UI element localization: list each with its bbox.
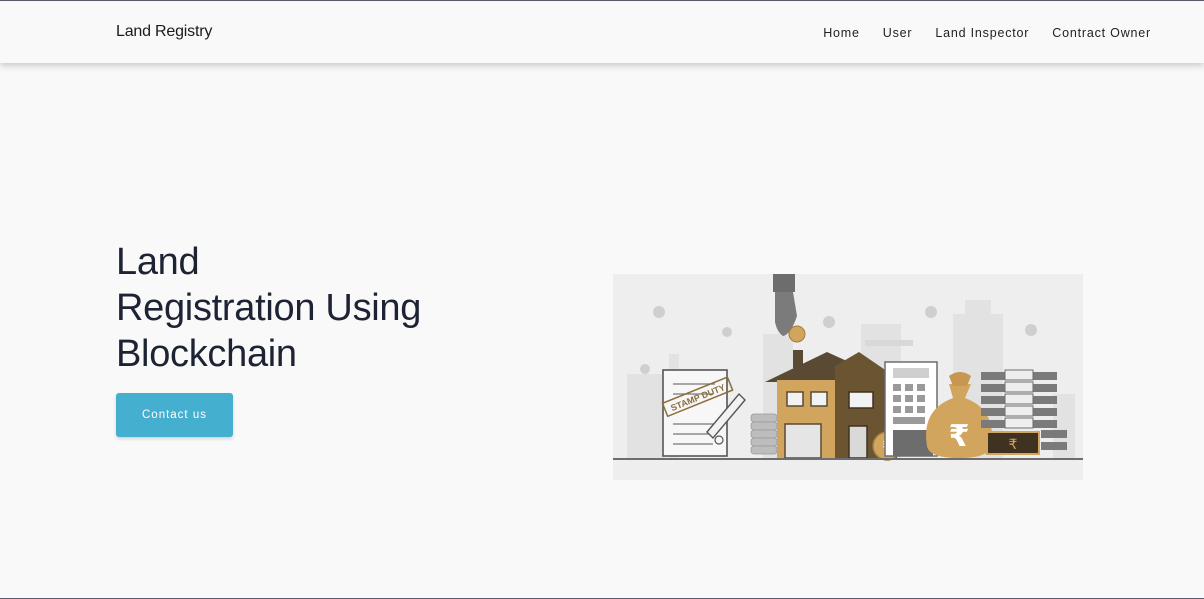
nav-home[interactable]: Home xyxy=(823,26,860,40)
currency-symbol: ₹ xyxy=(949,419,970,454)
navbar: Land Registry Home User Land Inspector C… xyxy=(0,2,1204,63)
currency-symbol: ₹ xyxy=(1009,437,1018,453)
nav-contract-owner[interactable]: Contract Owner xyxy=(1052,26,1151,40)
brand-link[interactable]: Land Registry xyxy=(116,23,212,41)
nav-land-inspector[interactable]: Land Inspector xyxy=(935,26,1029,40)
main-nav: Home User Land Inspector Contract Owner xyxy=(800,26,1151,40)
hero-title: Land Registration Using Blockchain xyxy=(116,239,421,377)
hero-title-line: Registration Using xyxy=(116,287,422,329)
page-frame: Land Registry Home User Land Inspector C… xyxy=(0,0,1204,599)
contact-us-button[interactable]: Contact us xyxy=(116,393,233,437)
land-registry-illustration: STAMP DUTY ₹ ₹ xyxy=(613,274,1083,480)
hero-title-line: Land xyxy=(116,241,200,283)
hero-title-line: Blockchain xyxy=(116,333,297,375)
nav-user[interactable]: User xyxy=(883,26,913,40)
